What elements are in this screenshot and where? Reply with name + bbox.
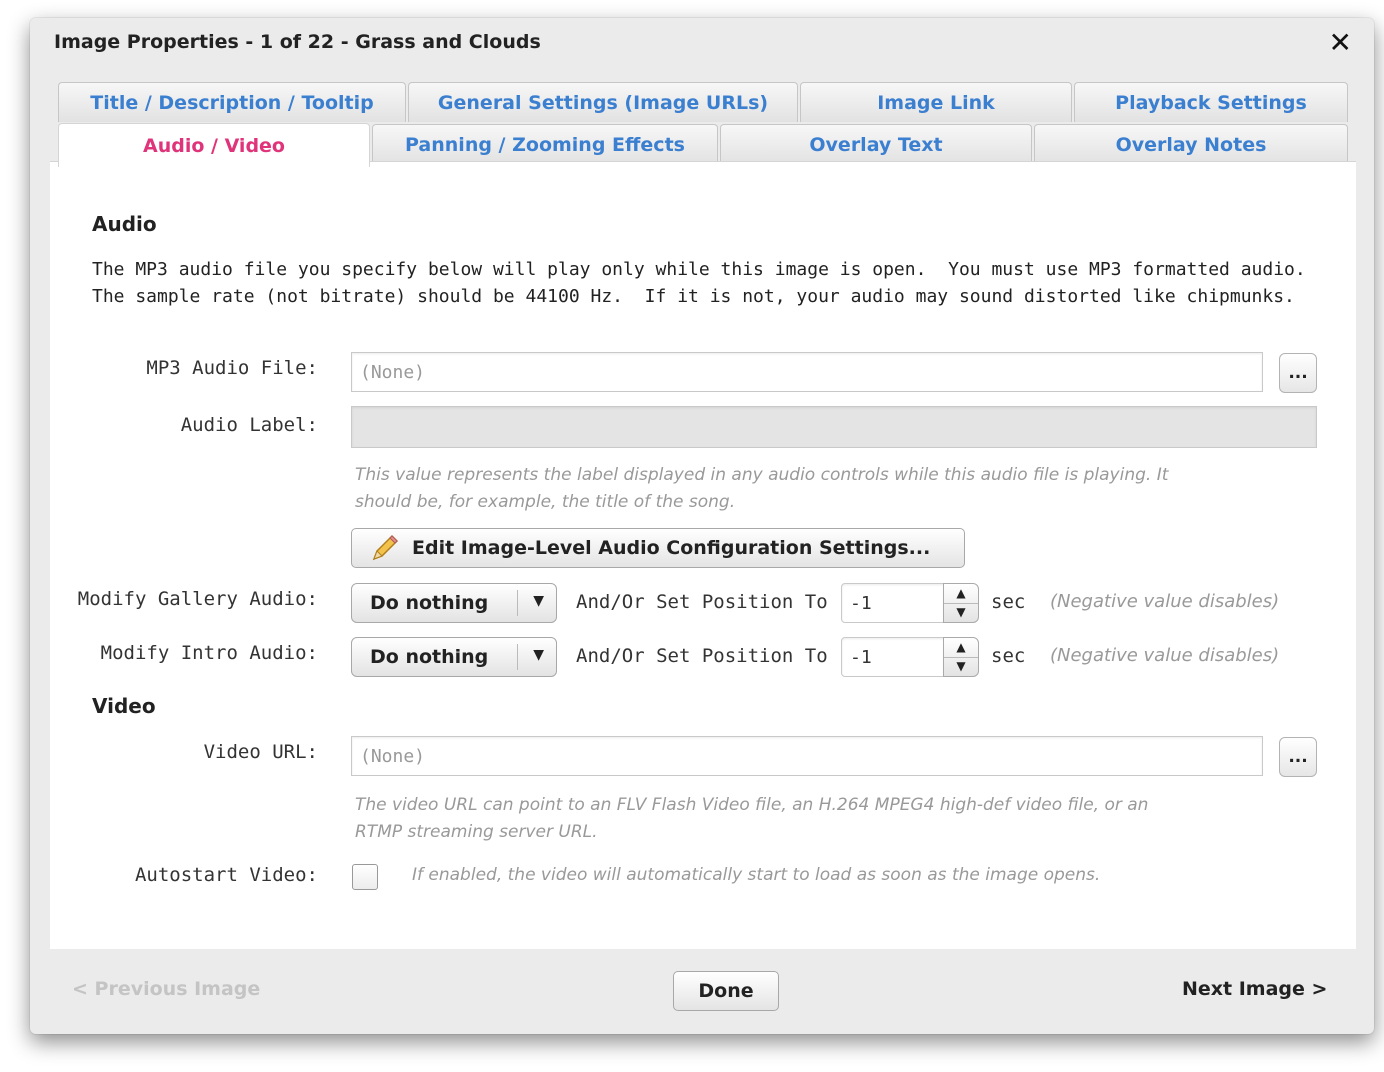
tab-panning-zooming[interactable]: Panning / Zooming Effects — [372, 124, 718, 164]
spinner-down-icon[interactable]: ▼ — [944, 657, 978, 676]
tab-playback-settings[interactable]: Playback Settings — [1074, 82, 1348, 122]
intro-position-value: -1 — [850, 646, 872, 668]
intro-position-spinner[interactable]: ▲ ▼ — [943, 637, 979, 677]
video-url-input[interactable]: (None) — [351, 736, 1263, 776]
image-properties-dialog: Image Properties - 1 of 22 - Grass and C… — [30, 18, 1374, 1034]
gallery-position-value: -1 — [850, 592, 872, 614]
next-image-link[interactable]: Next Image > — [1182, 978, 1327, 1000]
close-icon[interactable]: ✕ — [1329, 26, 1352, 59]
tab-overlay-text[interactable]: Overlay Text — [720, 124, 1032, 164]
video-url-label: Video URL: — [203, 741, 318, 763]
gallery-audio-select[interactable]: Do nothing ▼ — [351, 583, 557, 623]
edit-audio-config-label: Edit Image-Level Audio Configuration Set… — [412, 537, 931, 559]
spinner-down-icon[interactable]: ▼ — [944, 603, 978, 622]
done-button[interactable]: Done — [673, 971, 779, 1011]
intro-audio-select[interactable]: Do nothing ▼ — [351, 637, 557, 677]
modify-intro-audio-label: Modify Intro Audio: — [100, 642, 318, 664]
audio-label-hint-line1: This value represents the label displaye… — [355, 465, 1169, 485]
mp3-audio-file-label: MP3 Audio File: — [146, 357, 318, 379]
gallery-position-unit: sec — [991, 591, 1026, 613]
video-browse-button[interactable]: ... — [1279, 737, 1317, 777]
pencil-icon — [370, 533, 400, 563]
audio-description-line1: The MP3 audio file you specify below wil… — [92, 259, 1306, 280]
video-url-hint-line1: The video URL can point to an FLV Flash … — [355, 795, 1149, 815]
video-url-hint-line2: RTMP streaming server URL. — [355, 822, 598, 842]
gallery-position-note: (Negative value disables) — [1050, 591, 1280, 612]
mp3-audio-file-placeholder: (None) — [360, 361, 426, 383]
gallery-position-spinner[interactable]: ▲ ▼ — [943, 583, 979, 623]
audio-label-hint-line2: should be, for example, the title of the… — [355, 492, 736, 512]
intro-position-label: And/Or Set Position To — [576, 645, 828, 667]
triangle-down-icon: ▼ — [533, 647, 544, 663]
autostart-video-label: Autostart Video: — [134, 864, 318, 886]
tab-general-settings[interactable]: General Settings (Image URLs) — [408, 82, 798, 122]
autostart-video-checkbox[interactable] — [352, 864, 378, 890]
tab-image-link[interactable]: Image Link — [800, 82, 1072, 122]
tab-audio-video[interactable]: Audio / Video — [58, 123, 370, 167]
audio-video-panel: Audio The MP3 audio file you specify bel… — [50, 161, 1356, 949]
spinner-up-icon[interactable]: ▲ — [944, 584, 978, 604]
tab-title-description[interactable]: Title / Description / Tooltip — [58, 82, 406, 122]
spinner-up-icon[interactable]: ▲ — [944, 638, 978, 658]
gallery-position-input[interactable]: -1 — [841, 583, 945, 623]
triangle-down-icon: ▼ — [533, 593, 544, 609]
audio-label-label: Audio Label: — [180, 414, 318, 436]
previous-image-link[interactable]: < Previous Image — [72, 978, 260, 1000]
audio-section-heading: Audio — [92, 212, 157, 236]
intro-position-unit: sec — [991, 645, 1026, 667]
tab-overlay-notes[interactable]: Overlay Notes — [1034, 124, 1348, 164]
mp3-browse-button[interactable]: ... — [1279, 353, 1317, 393]
intro-audio-selected: Do nothing — [370, 646, 489, 668]
intro-position-note: (Negative value disables) — [1050, 645, 1280, 666]
mp3-audio-file-input[interactable]: (None) — [351, 352, 1263, 392]
dialog-title: Image Properties - 1 of 22 - Grass and C… — [54, 31, 541, 53]
audio-description-line2: The sample rate (not bitrate) should be … — [92, 286, 1295, 307]
edit-audio-config-button[interactable]: Edit Image-Level Audio Configuration Set… — [351, 528, 965, 568]
modify-gallery-audio-label: Modify Gallery Audio: — [77, 588, 318, 610]
video-url-placeholder: (None) — [360, 745, 426, 767]
gallery-audio-selected: Do nothing — [370, 592, 489, 614]
autostart-video-hint: If enabled, the video will automatically… — [412, 865, 1101, 885]
gallery-position-label: And/Or Set Position To — [576, 591, 828, 613]
intro-position-input[interactable]: -1 — [841, 637, 945, 677]
video-section-heading: Video — [92, 694, 156, 718]
audio-label-input[interactable] — [351, 406, 1317, 448]
